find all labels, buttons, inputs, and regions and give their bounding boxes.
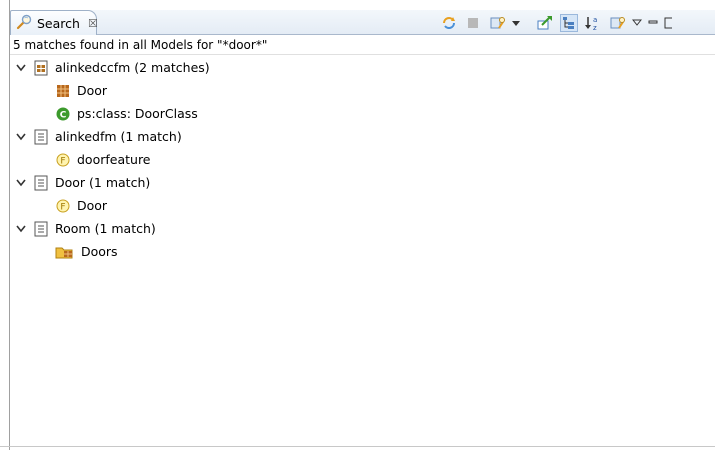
chevron-down-icon[interactable] (15, 223, 27, 235)
tree-node-doorclass[interactable]: C ps:class: DoorClass (55, 102, 198, 125)
tree-node-room[interactable]: Room (1 match) (15, 217, 156, 240)
svg-text:F: F (60, 156, 65, 166)
filter-icon[interactable] (608, 14, 626, 32)
folder-icon (55, 244, 75, 260)
tree-node-alinkedccfm[interactable]: alinkedccfm (2 matches) (15, 56, 210, 79)
export-results-icon[interactable] (536, 14, 554, 32)
chevron-down-icon[interactable] (15, 131, 27, 143)
class-icon: C (55, 106, 71, 122)
dropdown-arrow-icon[interactable] (512, 14, 520, 32)
model-icon (33, 175, 49, 191)
tree-node-door-feature[interactable]: F Door (55, 194, 107, 217)
tree-node-label: alinkedfm (1 match) (55, 129, 182, 144)
tree-node-alinkedfm[interactable]: alinkedfm (1 match) (15, 125, 182, 148)
chevron-down-icon[interactable] (15, 177, 27, 189)
tree-node-door-component[interactable]: Door (55, 79, 107, 102)
tab-search[interactable]: Search ☒ (10, 10, 98, 35)
svg-text:C: C (60, 110, 67, 120)
tree-node-label: Door (77, 198, 108, 213)
left-border (0, 0, 10, 450)
tree-layout-icon[interactable] (560, 13, 578, 32)
tree-node-label: alinkedccfm (2 matches) (55, 60, 210, 75)
feature-icon: F (55, 152, 71, 168)
search-status-text: 5 matches found in all Models for "*door… (10, 36, 715, 55)
tab-label: Search (37, 15, 80, 31)
view-bottom-border (0, 446, 715, 447)
tree-node-label: Door (1 match) (55, 175, 151, 190)
tree-node-label: Room (1 match) (55, 221, 156, 236)
cancel-search-icon[interactable] (464, 14, 482, 32)
tree-node-doorfeature[interactable]: F doorfeature (55, 148, 151, 171)
close-icon[interactable]: ☒ (88, 17, 98, 30)
tree-node-label: Door (77, 83, 108, 98)
model-icon (33, 129, 49, 145)
model-icon (33, 60, 49, 76)
model-icon (33, 221, 49, 237)
search-icon (16, 14, 32, 33)
maximize-icon[interactable] (664, 14, 672, 32)
sort-alphabetical-icon[interactable]: a z (584, 14, 602, 32)
svg-text:a: a (593, 16, 597, 24)
tree-node-door[interactable]: Door (1 match) (15, 171, 150, 194)
view-toolbar: a z (440, 12, 672, 33)
feature-icon: F (55, 198, 71, 214)
tree-node-label: doorfeature (77, 152, 151, 167)
search-history-icon[interactable] (488, 14, 506, 32)
tree-node-label: Doors (81, 244, 118, 259)
tree-node-doors[interactable]: Doors (55, 240, 118, 263)
svg-text:F: F (60, 202, 65, 212)
chevron-down-icon[interactable] (15, 62, 27, 74)
minimize-icon[interactable] (648, 14, 658, 32)
tree-node-label: ps:class: DoorClass (77, 106, 198, 121)
component-icon (55, 83, 71, 99)
view-tab-bar: Search ☒ a z (10, 10, 715, 35)
svg-text:z: z (593, 24, 597, 31)
refresh-search-icon[interactable] (440, 14, 458, 32)
view-menu-icon[interactable] (632, 14, 642, 32)
